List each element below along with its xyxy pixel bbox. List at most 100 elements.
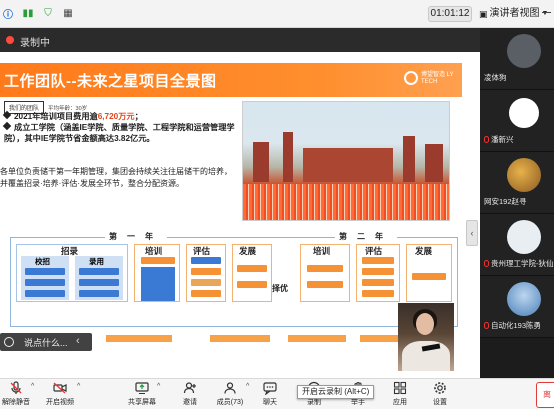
participant-name: 贵州理工学院-狄仙: [484, 258, 554, 269]
meeting-toolbar: 解除静音 ^ 开启视频 ^ 共享屏幕 ^ 邀请 成员(73) ^ 聊天 录制 举…: [0, 378, 554, 409]
record-dot-icon: [6, 36, 14, 44]
chat-button[interactable]: 聊天: [248, 381, 292, 409]
presenter-view-icon: ▣: [479, 9, 488, 19]
y2-training-group: 培训: [300, 244, 350, 302]
upgrade-arrow-label: 择优: [272, 284, 288, 293]
year-two-label: 第二年: [335, 231, 397, 242]
members-icon: [224, 382, 236, 394]
participant-name: 凌体狗: [484, 73, 507, 82]
participant-tile[interactable]: 贵州理工学院-狄仙: [480, 214, 554, 276]
comment-placeholder: 说点什么...: [24, 338, 68, 348]
comment-input-bar[interactable]: 说点什么... ‹: [0, 333, 92, 351]
chevron-down-icon: ▼: [541, 10, 549, 17]
slide-description: 各单位负责储干第一年期管理，集团会持续关注往届储干的培养，并覆盖招录·培养·评估…: [0, 167, 232, 188]
diamond-bullet-icon: [2, 121, 12, 131]
hire-box: 录用: [75, 256, 123, 300]
project-flow-diagram: 第一年 第二年 招录 校招 录用 培训 评估 发展 择优 培训 评估 发展: [10, 231, 458, 329]
group-title-y2-development: 发展: [415, 246, 433, 256]
mic-muted-icon: [484, 322, 489, 329]
start-video-button[interactable]: 开启视频: [38, 381, 82, 409]
meeting-window: ⓘ ▮▮ ⛉ ▦ 01:01:12 ▣ 演讲者视图 ▼ 录制中 工作团队--未来…: [0, 0, 554, 409]
avatar: [507, 158, 541, 192]
participant-tile[interactable]: 潘新兴: [480, 90, 554, 152]
recording-indicator: 录制中: [0, 28, 480, 52]
bullet2-text: 成立工学院（涵盖IE学院、质量学院、工程学院和运营管理学院），其中IE学院节省金…: [4, 123, 235, 143]
mic-muted-icon: [484, 136, 489, 143]
chat-label: 聊天: [263, 399, 277, 406]
share-screen-label: 共享屏幕: [128, 399, 156, 406]
bullet1-highlight: 6,720万元: [97, 112, 135, 121]
mic-off-icon: [10, 381, 22, 394]
evaluation-group: 评估: [186, 244, 226, 302]
presenter-webcam: [398, 303, 454, 371]
settings-label: 设置: [433, 399, 447, 406]
campus-label: 校招: [35, 257, 50, 266]
cloud-record-tooltip: 开启云录制 (Alt+C): [297, 385, 375, 399]
presenter-view-button[interactable]: ▣ 演讲者视图 ▼: [479, 6, 548, 22]
leave-meeting-button[interactable]: 离: [536, 382, 554, 408]
diamond-bullet-icon: [2, 110, 12, 120]
participant-tile[interactable]: 凌体狗: [480, 28, 554, 90]
y2-development-group: 发展: [406, 244, 452, 302]
bullet1-prefix: 2021年培训项目费用逾: [14, 112, 98, 121]
recruit-group: 招录 校招 录用: [16, 244, 128, 302]
chevron-up-icon[interactable]: ^: [157, 383, 160, 390]
chevron-left-icon[interactable]: ‹: [76, 335, 80, 347]
meeting-timer: 01:01:12: [428, 6, 472, 22]
gear-icon: [434, 382, 446, 394]
group-title-y2-training: 培训: [313, 246, 331, 256]
slide-title: 工作团队--未来之星项目全景图: [4, 73, 217, 90]
hire-label: 录用: [89, 257, 104, 266]
training-detail-box: [141, 267, 175, 301]
participant-name: 自动化193陈勇: [484, 320, 541, 331]
year-one-label: 第一年: [105, 231, 167, 242]
presentation-slide: 工作团队--未来之星项目全景图 博望智造 LY TECH 我们的团队 平均年龄：…: [0, 63, 462, 343]
camera-off-icon: [53, 382, 67, 394]
mic-muted-icon: [484, 260, 489, 267]
grid-icon[interactable]: ▦: [60, 5, 76, 21]
participant-tile[interactable]: 网安192赵寻: [480, 152, 554, 214]
campus-box: 校招: [21, 256, 69, 300]
invite-button[interactable]: 邀请: [168, 381, 212, 409]
group-title-development: 发展: [239, 246, 257, 256]
avatar: [507, 96, 541, 130]
collapse-panel-button[interactable]: ‹: [466, 220, 478, 246]
y2-evaluation-group: 评估: [356, 244, 400, 302]
top-bar: ⓘ ▮▮ ⛉ ▦ 01:01:12 ▣ 演讲者视图 ▼: [0, 0, 554, 28]
members-label: 成员(73): [216, 399, 244, 406]
participant-tile[interactable]: 自动化193陈勇: [480, 276, 554, 338]
participant-name: 潘新兴: [484, 134, 514, 145]
signal-icon[interactable]: ▮▮: [20, 5, 36, 21]
group-title-training: 培训: [145, 246, 163, 256]
presenter-view-label: 演讲者视图: [489, 8, 540, 19]
recording-label: 录制中: [20, 38, 50, 49]
settings-button[interactable]: 设置: [418, 381, 462, 409]
avatar: [507, 34, 541, 68]
minimize-icon[interactable]: [542, 12, 551, 13]
unmute-label: 解除静音: [2, 399, 30, 406]
bullet-engineering-college: 成立工学院（涵盖IE学院、质量学院、工程学院和运营管理学院），其中IE学院节省金…: [2, 121, 239, 144]
chevron-up-icon[interactable]: ^: [31, 383, 34, 390]
company-logo-icon: [404, 71, 418, 85]
training-group: 培训: [134, 244, 180, 302]
chevron-up-icon[interactable]: ^: [77, 383, 80, 390]
shield-icon[interactable]: ⛉: [40, 5, 56, 21]
group-title-y2-evaluation: 评估: [365, 246, 383, 256]
company-logo-text: 博望智造 LY TECH: [421, 72, 454, 85]
emoji-icon[interactable]: [4, 337, 14, 347]
apps-icon: [393, 381, 407, 395]
avatar: [507, 220, 541, 254]
participant-name: 网安192赵寻: [484, 197, 527, 206]
apps-button[interactable]: 应用: [378, 381, 422, 409]
info-icon[interactable]: ⓘ: [0, 5, 16, 21]
add-user-icon: [183, 382, 196, 394]
bullet1-suffix: ；: [134, 112, 143, 121]
avatar: [507, 282, 541, 316]
start-video-label: 开启视频: [46, 399, 74, 406]
team-photo: [242, 101, 450, 221]
participant-panel: 凌体狗 潘新兴 网安192赵寻 贵州理工学院-狄仙 自动化193陈勇: [480, 28, 554, 378]
bullet-training-cost: 2021年培训项目费用逾6,720万元；: [2, 110, 143, 122]
apps-label: 应用: [393, 399, 407, 406]
chat-icon: [263, 382, 277, 395]
share-screen-icon: [135, 382, 149, 394]
